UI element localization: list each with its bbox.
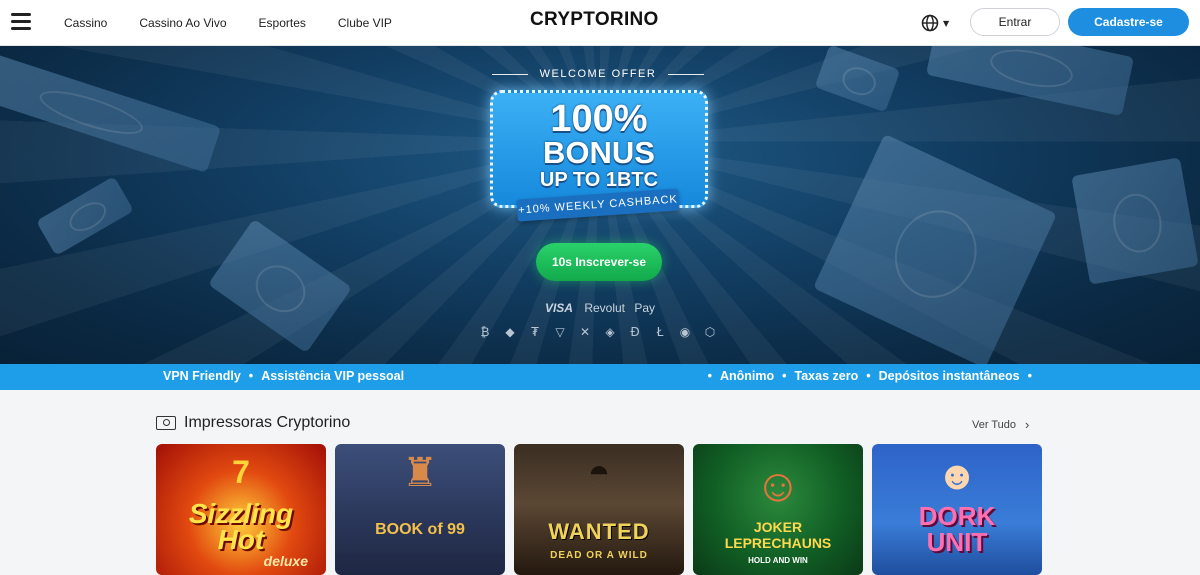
game-subtitle: deluxe	[263, 553, 308, 569]
clown-face: ☻	[935, 454, 979, 498]
game-card-joker-leprechauns[interactable]: ☺ JOKER LEPRECHAUNS HOLD AND WIN	[693, 444, 863, 575]
hero-banner: WELCOME OFFER 100% BONUS UP TO 1BTC +10%…	[0, 46, 1200, 364]
bonus-percent: 100%	[550, 98, 648, 140]
signup-cta-button[interactable]: 10s Inscrever-se	[536, 243, 662, 281]
top-header: Cassino Cassino Ao Vivo Esportes Clube V…	[0, 0, 1200, 46]
bonus-word: BONUS	[543, 135, 655, 170]
crypto-coins-row: ₿ ◆ ₮ ▽ ✕ ◈ Ð Ł ◉ ⬡	[478, 325, 717, 339]
globe-icon	[921, 14, 939, 32]
game-title: BOOK of 99	[375, 521, 465, 538]
game-title-line1: JOKER	[753, 519, 803, 535]
section-title: Impressoras Cryptorino	[184, 414, 351, 431]
bitcoin-icon: ₿	[480, 325, 490, 339]
features-left: VPN Friendly • Assistência VIP pessoal	[163, 369, 405, 383]
welcome-offer-text: WELCOME OFFER	[539, 68, 657, 80]
main-nav: Cassino Cassino Ao Vivo Esportes Clube V…	[64, 0, 424, 46]
game-title-line2: LEPRECHAUNS	[724, 535, 832, 551]
game-card-dork-unit[interactable]: ☻ DORK UNIT	[872, 444, 1042, 575]
nav-esportes[interactable]: Esportes	[259, 16, 306, 30]
feature-zero-fees: Taxas zero	[794, 369, 859, 383]
money-printer-icon	[156, 416, 176, 430]
game-subtitle: DEAD OR A WILD	[550, 550, 648, 561]
visa-logo: VISA	[544, 301, 573, 315]
menu-icon[interactable]	[11, 13, 31, 30]
nav-cassino[interactable]: Cassino	[64, 16, 107, 30]
apple-pay-logo: Pay	[634, 301, 655, 315]
payment-methods: VISA Revolut Pay	[0, 301, 1200, 315]
see-all-link[interactable]: Ver Tudo ›	[972, 417, 1029, 432]
game-card-wanted[interactable]: ◓ WANTED DEAD OR A WILD	[514, 444, 684, 575]
features-strip: VPN Friendly • Assistência VIP pessoal • An…	[0, 364, 1200, 390]
xrp-icon: ✕	[579, 325, 591, 339]
signup-button[interactable]: Cadastre-se	[1068, 8, 1189, 36]
feature-vpn: VPN Friendly	[163, 369, 241, 383]
game-card-sizzling-hot[interactable]: 7 Sizzling Hot deluxe	[156, 444, 326, 575]
section-header: Impressoras Cryptorino	[156, 414, 350, 432]
login-button[interactable]: Entrar	[970, 8, 1060, 36]
apple-pay-text: Pay	[634, 301, 656, 315]
chevron-right-icon: ›	[1025, 417, 1030, 432]
game-title-line2: UNIT	[926, 527, 988, 557]
chevron-down-icon: ▼	[943, 18, 950, 28]
ethereum-icon: ◆	[505, 325, 515, 339]
tether-icon: ₮	[531, 325, 539, 339]
features-right: • Anônimo • Taxas zero • Depósitos instantâne…	[707, 369, 1032, 383]
warrior-figure: ♜	[402, 451, 438, 495]
litecoin-icon: Ł	[656, 325, 664, 339]
game-title: DORK UNIT	[872, 503, 1042, 555]
game-title-line1: DORK	[918, 501, 996, 531]
bnb-icon: ◈	[605, 325, 615, 339]
game-title-line2: Hot	[217, 524, 265, 555]
seven-icon: 7	[232, 454, 250, 490]
game-title: Sizzling Hot	[156, 500, 326, 555]
money-bill-decoration	[1071, 157, 1199, 285]
welcome-offer-heading: WELCOME OFFER	[492, 67, 704, 81]
feature-instant-deposits: Depósitos instantâneos	[878, 369, 1020, 383]
feature-anonymous: Anônimo	[719, 369, 775, 383]
language-selector[interactable]: ▼	[921, 13, 953, 33]
dogecoin-icon: Ð	[630, 325, 640, 339]
leprechaun-face: ☺	[754, 459, 802, 511]
shiba-icon: ◉	[679, 325, 691, 339]
tron-icon: ▽	[555, 325, 565, 339]
game-subtitle: HOLD AND WIN	[748, 556, 808, 565]
nav-clube-vip[interactable]: Clube VIP	[338, 16, 392, 30]
cowboy-hat-icon: ◓	[587, 452, 611, 494]
game-card-book-of-99[interactable]: ♜ BOOK of 99	[335, 444, 505, 575]
nav-cassino-ao-vivo[interactable]: Cassino Ao Vivo	[139, 16, 226, 30]
revolut-logo: Revolut	[584, 301, 625, 315]
game-title: WANTED	[548, 519, 650, 544]
games-row: 7 Sizzling Hot deluxe ♜ BOOK of 99 ◓ WAN…	[156, 444, 1042, 575]
chainlink-icon: ⬡	[704, 325, 716, 339]
site-logo[interactable]: CRYPTORINO	[530, 9, 659, 31]
see-all-label: Ver Tudo	[972, 418, 1017, 431]
feature-vip-support: Assistência VIP pessoal	[261, 369, 405, 383]
